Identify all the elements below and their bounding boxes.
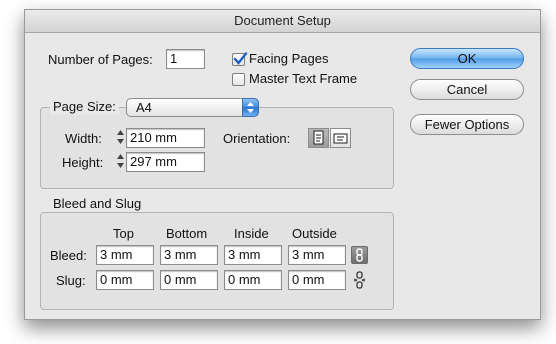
window-title: Document Setup: [25, 10, 540, 33]
bleed-top-field[interactable]: 3 mm: [96, 245, 154, 265]
landscape-page-icon: [333, 133, 348, 144]
document-setup-dialog: Document Setup Number of Pages: 1 Facing…: [24, 9, 541, 320]
page-size-value: A4: [136, 100, 152, 115]
fewer-options-button[interactable]: Fewer Options: [410, 114, 524, 135]
column-header-bottom: Bottom: [166, 226, 208, 241]
bleed-outside-field[interactable]: 3 mm: [288, 245, 346, 265]
portrait-page-icon: [313, 130, 324, 145]
width-field[interactable]: 210 mm: [126, 128, 205, 148]
column-header-top: Top: [113, 226, 134, 241]
master-text-frame-label: Master Text Frame: [249, 71, 358, 86]
column-header-inside: Inside: [234, 226, 269, 241]
page-size-label: Page Size:: [50, 99, 119, 115]
facing-pages-label: Facing Pages: [249, 51, 329, 66]
orientation-label: Orientation:: [223, 131, 291, 146]
master-text-frame-checkbox[interactable]: [232, 73, 245, 86]
bleed-bottom-field[interactable]: 3 mm: [160, 245, 218, 265]
chain-link-icon: [356, 248, 363, 262]
ok-button[interactable]: OK: [410, 48, 524, 69]
slug-top-field[interactable]: 0 mm: [96, 270, 154, 290]
bleed-inside-field[interactable]: 3 mm: [224, 245, 282, 265]
height-stepper-icon[interactable]: [116, 152, 125, 170]
bleed-label: Bleed:: [50, 248, 87, 263]
height-field[interactable]: 297 mm: [126, 152, 205, 172]
bleed-link-button[interactable]: [351, 246, 368, 264]
height-label: Height:: [62, 155, 104, 170]
portrait-orientation-button[interactable]: [308, 128, 329, 148]
slug-outside-field[interactable]: 0 mm: [288, 270, 346, 290]
checkmark-icon: [233, 52, 248, 65]
page-size-dropdown[interactable]: A4: [126, 98, 259, 117]
slug-inside-field[interactable]: 0 mm: [224, 270, 282, 290]
number-of-pages-field[interactable]: 1: [166, 49, 205, 69]
width-label: Width:: [65, 131, 102, 146]
landscape-orientation-button[interactable]: [330, 128, 351, 148]
dropdown-arrows-icon: [242, 98, 259, 117]
slug-bottom-field[interactable]: 0 mm: [160, 270, 218, 290]
number-of-pages-label: Number of Pages:: [48, 52, 153, 67]
facing-pages-checkbox[interactable]: [232, 52, 248, 66]
bleed-slug-title: Bleed and Slug: [50, 196, 145, 212]
slug-label: Slug:: [56, 273, 86, 288]
column-header-outside: Outside: [292, 226, 337, 241]
cancel-button[interactable]: Cancel: [410, 79, 524, 100]
width-stepper-icon[interactable]: [116, 128, 125, 146]
broken-chain-link-icon[interactable]: [352, 271, 367, 289]
